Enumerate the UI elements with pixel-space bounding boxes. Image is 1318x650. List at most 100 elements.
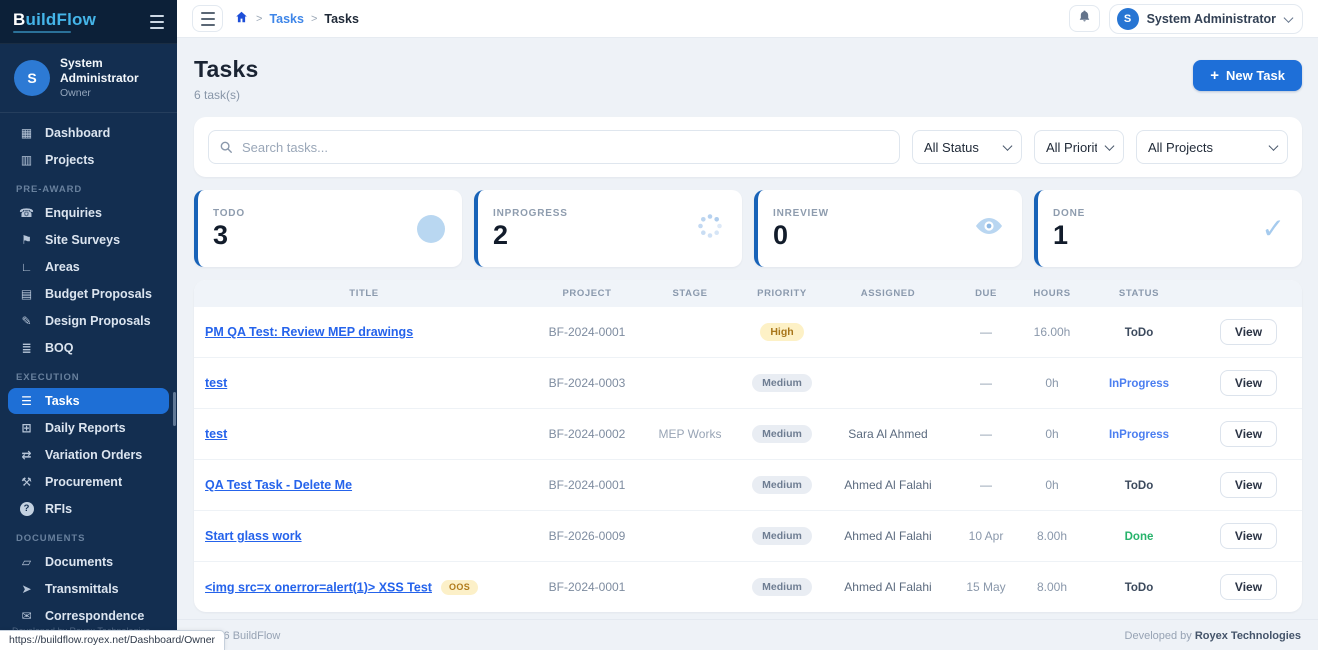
- nav-section-label: DOCUMENTS: [8, 523, 169, 548]
- task-title-link[interactable]: test: [205, 376, 227, 390]
- sidebar-item-label: Enquiries: [45, 206, 102, 220]
- task-title-link[interactable]: <img src=x onerror=alert(1)> XSS Test: [205, 580, 432, 594]
- search-input[interactable]: [208, 130, 900, 164]
- priority-filter-select[interactable]: All Priority: [1034, 130, 1124, 164]
- view-button[interactable]: View: [1220, 421, 1277, 447]
- project-filter-select[interactable]: All Projects: [1136, 130, 1288, 164]
- view-button[interactable]: View: [1220, 574, 1277, 600]
- inreview-eye-icon: [973, 214, 1005, 243]
- sidebar-item-label: Daily Reports: [45, 421, 126, 435]
- view-button[interactable]: View: [1220, 523, 1277, 549]
- cell-due: —: [952, 409, 1020, 460]
- cell-priority: Medium: [740, 511, 824, 562]
- sidebar-item-variation[interactable]: ⇄Variation Orders: [8, 442, 169, 468]
- avatar: S: [14, 60, 50, 96]
- cell-status: InProgress: [1084, 409, 1194, 460]
- topbar: > Tasks > Tasks S System Administrator: [177, 0, 1318, 38]
- sidebar-item-design[interactable]: ✎Design Proposals: [8, 308, 169, 334]
- cell-assigned: Ahmed Al Falahi: [824, 460, 952, 511]
- user-name: System Administrator: [1147, 12, 1276, 26]
- task-title-link[interactable]: test: [205, 427, 227, 441]
- todo-circle-icon: [417, 215, 445, 243]
- sidebar-item-boq[interactable]: ≣BOQ: [8, 335, 169, 361]
- inprogress-spinner-icon: [695, 211, 725, 246]
- column-header-stage: Stage: [640, 280, 740, 307]
- user-avatar: S: [1117, 8, 1139, 30]
- column-header-title: Title: [194, 280, 534, 307]
- stat-card-inprogress: INPROGRESS2: [474, 190, 742, 267]
- cell-project: BF-2024-0001: [534, 460, 640, 511]
- sidebar-header: BuildFlow: [0, 0, 177, 44]
- notifications-button[interactable]: [1069, 5, 1100, 32]
- column-header-priority: Priority: [740, 280, 824, 307]
- sidebar-scrollbar[interactable]: [173, 392, 176, 426]
- view-button[interactable]: View: [1220, 319, 1277, 345]
- boq-icon: ≣: [18, 341, 35, 355]
- footer-credit-link[interactable]: Royex Technologies: [1195, 630, 1301, 642]
- search-wrap: [208, 130, 900, 164]
- stat-label: INREVIEW: [773, 208, 829, 219]
- status-filter-select[interactable]: All Status: [912, 130, 1022, 164]
- sidebar-item-surveys[interactable]: ⚑Site Surveys: [8, 227, 169, 253]
- task-title-link[interactable]: PM QA Test: Review MEP drawings: [205, 325, 413, 339]
- sidebar-item-procurement[interactable]: ⚒Procurement: [8, 469, 169, 495]
- user-menu[interactable]: S System Administrator: [1109, 4, 1303, 34]
- sidebar-item-budget[interactable]: ▤Budget Proposals: [8, 281, 169, 307]
- status-text: Done: [1125, 531, 1154, 543]
- task-title-link[interactable]: Start glass work: [205, 529, 302, 543]
- home-icon[interactable]: [234, 10, 249, 27]
- bell-icon: [1078, 9, 1091, 28]
- sidebar-item-tasks[interactable]: ☰Tasks: [8, 388, 169, 414]
- task-title-link[interactable]: QA Test Task - Delete Me: [205, 478, 352, 492]
- sidebar-item-rfis[interactable]: ?RFIs: [8, 496, 169, 522]
- cell-title: QA Test Task - Delete Me: [194, 460, 534, 511]
- breadcrumb-current: Tasks: [324, 12, 359, 26]
- table-row: <img src=x onerror=alert(1)> XSS TestOOS…: [194, 562, 1302, 613]
- cell-hours: 8.00h: [1020, 562, 1084, 613]
- sidebar-item-documents[interactable]: ▱Documents: [8, 549, 169, 575]
- cell-status: InProgress: [1084, 358, 1194, 409]
- new-task-button[interactable]: + New Task: [1193, 60, 1302, 91]
- sidebar-item-label: Budget Proposals: [45, 287, 152, 301]
- page-header: Tasks 6 task(s) + New Task: [194, 51, 1302, 102]
- cell-action: View: [1194, 409, 1302, 460]
- cell-status: Done: [1084, 511, 1194, 562]
- menu-toggle-button[interactable]: [192, 5, 223, 32]
- footer: © 2026 BuildFlow Developed by Royex Tech…: [177, 619, 1318, 650]
- cell-title: test: [194, 358, 534, 409]
- priority-filter-wrap: All Priority: [1034, 130, 1124, 164]
- cell-due: —: [952, 307, 1020, 358]
- nav-section-label: EXECUTION: [8, 362, 169, 387]
- transmittals-icon: ➤: [18, 582, 35, 596]
- sidebar-item-areas[interactable]: ∟Areas: [8, 254, 169, 280]
- stat-text: DONE1: [1053, 208, 1085, 249]
- sidebar-item-label: Transmittals: [45, 582, 119, 596]
- tasks-table-card: TitleProjectStagePriorityAssignedDueHour…: [194, 280, 1302, 612]
- main-column: > Tasks > Tasks S System Administrator T…: [177, 0, 1318, 650]
- sidebar-item-enquiries[interactable]: ☎Enquiries: [8, 200, 169, 226]
- app-logo[interactable]: BuildFlow: [13, 11, 96, 33]
- tasks-table: TitleProjectStagePriorityAssignedDueHour…: [194, 280, 1302, 612]
- cell-hours: 16.00h: [1020, 307, 1084, 358]
- stat-card-inreview: INREVIEW0: [754, 190, 1022, 267]
- view-button[interactable]: View: [1220, 472, 1277, 498]
- plus-icon: +: [1210, 68, 1219, 83]
- logo-tagline: [13, 31, 71, 33]
- stat-text: INREVIEW0: [773, 208, 829, 249]
- stat-label: DONE: [1053, 208, 1085, 219]
- stat-text: INPROGRESS2: [493, 208, 568, 249]
- stat-label: INPROGRESS: [493, 208, 568, 219]
- sidebar-collapse-icon[interactable]: [150, 13, 164, 31]
- breadcrumb-link-tasks[interactable]: Tasks: [269, 12, 304, 26]
- sidebar-item-daily[interactable]: ⊞Daily Reports: [8, 415, 169, 441]
- cell-project: BF-2026-0009: [534, 511, 640, 562]
- dashboard-icon: ▦: [18, 126, 35, 140]
- sidebar-item-dashboard[interactable]: ▦Dashboard: [8, 120, 169, 146]
- sidebar-item-transmittals[interactable]: ➤ Transmittals: [8, 576, 169, 602]
- sidebar-item-label: Projects: [45, 153, 94, 167]
- view-button[interactable]: View: [1220, 370, 1277, 396]
- sidebar-item-projects[interactable]: ▥Projects: [8, 147, 169, 173]
- column-header-actions: [1194, 280, 1302, 307]
- table-head: TitleProjectStagePriorityAssignedDueHour…: [194, 280, 1302, 307]
- status-text: InProgress: [1109, 429, 1169, 441]
